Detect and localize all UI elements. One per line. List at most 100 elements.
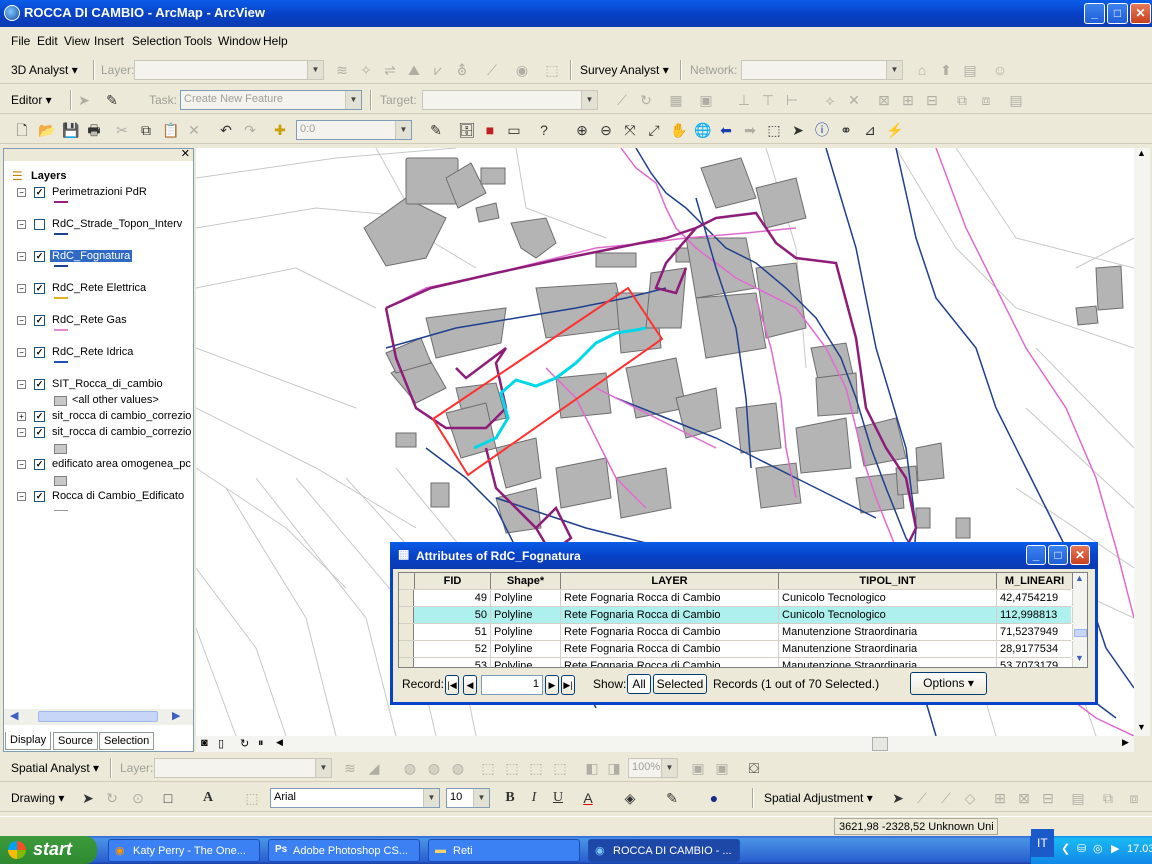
toc-scroll-thumb[interactable] bbox=[38, 711, 158, 722]
adjust-table-icon-5[interactable]: ⧉ bbox=[1100, 790, 1116, 806]
pause-drawing-icon[interactable]: ⏸ bbox=[258, 737, 264, 750]
table-cell[interactable]: Polyline bbox=[491, 590, 561, 606]
layer-combo[interactable]: ▼ bbox=[134, 60, 324, 80]
table-cell[interactable]: 50 bbox=[415, 607, 491, 623]
line-color-icon[interactable]: ✎ bbox=[664, 790, 680, 806]
delete-icon[interactable]: ✕ bbox=[186, 122, 202, 138]
toc-close-icon[interactable]: ✕ bbox=[181, 147, 190, 160]
table-cell[interactable]: 112,998813 bbox=[997, 607, 1073, 623]
layers-root[interactable]: ☰ Layers bbox=[4, 169, 193, 185]
layer-visibility-checkbox[interactable]: ✓ bbox=[34, 491, 45, 502]
topology-icon-7[interactable]: ⊞ bbox=[900, 92, 916, 108]
row-selector[interactable] bbox=[399, 590, 414, 606]
expand-toggle[interactable]: − bbox=[17, 428, 26, 437]
measure-icon[interactable]: ⊿ bbox=[862, 122, 878, 138]
adjust-multi-link-icon[interactable]: ⟋ bbox=[938, 790, 954, 806]
fixed-zoom-in-icon[interactable]: ⤧ bbox=[622, 122, 638, 138]
table-cell[interactable]: Rete Fognaria Rocca di Cambio bbox=[561, 624, 779, 640]
3d-analyst-dropdown[interactable]: 3D Analyst ▾ bbox=[11, 63, 78, 77]
tray-chevron-icon[interactable]: ❮ bbox=[1061, 842, 1070, 855]
layer-row[interactable]: − ✓ Perimetrazioni PdR bbox=[4, 185, 193, 201]
start-button[interactable]: start bbox=[0, 836, 97, 864]
table-cell[interactable]: Manutenzione Straordinaria bbox=[779, 624, 997, 640]
contour-icon[interactable]: ≋ bbox=[342, 760, 358, 776]
command-line-icon[interactable]: ▭ bbox=[506, 122, 522, 138]
column-header-shape[interactable]: Shape* bbox=[491, 573, 561, 589]
expand-toggle[interactable]: − bbox=[17, 252, 26, 261]
editor-dropdown[interactable]: Editor ▾ bbox=[11, 93, 52, 107]
identify-icon[interactable]: ⓘ bbox=[814, 122, 830, 138]
last-record-button[interactable]: ▶| bbox=[561, 675, 575, 695]
zoom-in-icon[interactable]: ⊕ bbox=[574, 122, 590, 138]
split-tool-icon[interactable]: ⟋ bbox=[614, 92, 630, 108]
edit-tool-icon[interactable]: ➤ bbox=[76, 92, 92, 108]
taskbar-item-arcmap[interactable]: ◉ ROCCA DI CAMBIO - ... bbox=[588, 839, 740, 862]
arctoolbox-icon[interactable]: ■ bbox=[482, 122, 498, 138]
expand-toggle[interactable]: − bbox=[17, 492, 26, 501]
adjust-table-icon-2[interactable]: ⊠ bbox=[1016, 790, 1032, 806]
expand-toggle[interactable]: − bbox=[17, 380, 26, 389]
expand-toggle[interactable]: − bbox=[17, 348, 26, 357]
tray-network-icon[interactable]: ⛁ bbox=[1077, 842, 1086, 855]
drawing-dropdown[interactable]: Drawing ▾ bbox=[11, 791, 64, 805]
scroll-up-icon[interactable]: ▲ bbox=[1137, 148, 1146, 158]
layer-visibility-checkbox[interactable] bbox=[34, 219, 45, 230]
table-cell[interactable]: 52 bbox=[415, 641, 491, 657]
target-combo[interactable]: ▼ bbox=[422, 90, 598, 110]
layer-row[interactable]: − RdC_Strade_Topon_Interv bbox=[4, 217, 193, 233]
layout-view-icon[interactable]: ▯ bbox=[218, 737, 224, 750]
menu-help[interactable]: Help bbox=[263, 34, 288, 48]
rectangle-icon[interactable]: □ bbox=[160, 790, 176, 806]
save-icon[interactable]: 💾 bbox=[62, 122, 79, 138]
table-cell[interactable]: 49 bbox=[415, 590, 491, 606]
arccatalog-icon[interactable]: 🗄 bbox=[458, 122, 476, 138]
copy-icon[interactable]: ⧉ bbox=[138, 122, 154, 138]
table-cell[interactable]: 28,9177534 bbox=[997, 641, 1073, 657]
taskbar-item-reti[interactable]: ▬ Reti bbox=[428, 839, 580, 862]
georef-icon-3[interactable]: ◍ bbox=[450, 760, 466, 776]
adjust-select-icon[interactable]: ➤ bbox=[890, 790, 906, 806]
layout-icon-2[interactable]: ▣ bbox=[714, 760, 730, 776]
layer-visibility-checkbox[interactable]: ✓ bbox=[34, 459, 45, 470]
spatial-analyst-dropdown[interactable]: Spatial Analyst ▾ bbox=[11, 761, 99, 775]
georef-icon-1[interactable]: ◍ bbox=[402, 760, 418, 776]
adjust-table-icon-4[interactable]: ▤ bbox=[1070, 790, 1086, 806]
layer-visibility-checkbox[interactable]: ✓ bbox=[34, 251, 45, 262]
network-combo[interactable]: ▼ bbox=[741, 60, 903, 80]
attributes-close-button[interactable]: ✕ bbox=[1070, 545, 1090, 565]
font-color-icon[interactable]: A bbox=[580, 790, 596, 806]
forward-extent-icon[interactable]: ➡ bbox=[742, 122, 758, 138]
open-folder-icon[interactable]: 📂 bbox=[38, 122, 55, 138]
menu-window[interactable]: Window bbox=[218, 34, 261, 48]
new-document-icon[interactable]: 🗋 bbox=[14, 122, 30, 138]
undo-icon[interactable]: ↶ bbox=[218, 122, 234, 138]
back-extent-icon[interactable]: ⬅ bbox=[718, 122, 734, 138]
network-options-icon[interactable]: ☺ bbox=[992, 62, 1008, 78]
tab-selection[interactable]: Selection bbox=[99, 732, 155, 750]
horizontal-scroll-thumb[interactable] bbox=[872, 737, 888, 751]
table-cell[interactable]: Polyline bbox=[491, 658, 561, 667]
cut-icon[interactable]: ✂ bbox=[114, 122, 130, 138]
scroll-down-icon[interactable]: ▼ bbox=[1075, 653, 1084, 663]
steepest-path-icon[interactable]: ✧ bbox=[358, 62, 374, 78]
hyperlink-icon[interactable]: ⚡ bbox=[886, 122, 903, 138]
bold-button[interactable]: B bbox=[502, 790, 518, 806]
font-combo[interactable]: Arial ▼ bbox=[270, 788, 440, 808]
maximize-button[interactable]: □ bbox=[1107, 3, 1128, 24]
edit-vertices-icon[interactable]: ⬚ bbox=[244, 790, 260, 806]
underline-button[interactable]: U bbox=[550, 790, 566, 806]
profile-icon[interactable]: ⛰ bbox=[406, 62, 422, 78]
layer-visibility-checkbox[interactable]: ✓ bbox=[34, 347, 45, 358]
row-selector[interactable] bbox=[399, 658, 414, 667]
marker-color-icon[interactable]: ● bbox=[706, 790, 722, 806]
scroll-left-icon[interactable]: ◀ bbox=[10, 709, 18, 722]
find-binoculars-icon[interactable]: ⚭ bbox=[838, 122, 854, 138]
task-combo[interactable]: Create New Feature ▼ bbox=[180, 90, 362, 110]
refresh-icon[interactable]: ↻ bbox=[240, 737, 249, 750]
tray-app-icon[interactable]: ◎ bbox=[1093, 842, 1103, 855]
adjust-area-icon[interactable]: ◇ bbox=[962, 790, 978, 806]
map-vertical-scrollbar[interactable]: ▲ ▼ bbox=[1134, 148, 1150, 736]
redo-icon[interactable]: ↷ bbox=[242, 122, 258, 138]
full-extent-globe-icon[interactable]: 🌐 bbox=[694, 122, 711, 138]
grid-vertical-scrollbar[interactable]: ▲ ▼ bbox=[1073, 573, 1087, 667]
